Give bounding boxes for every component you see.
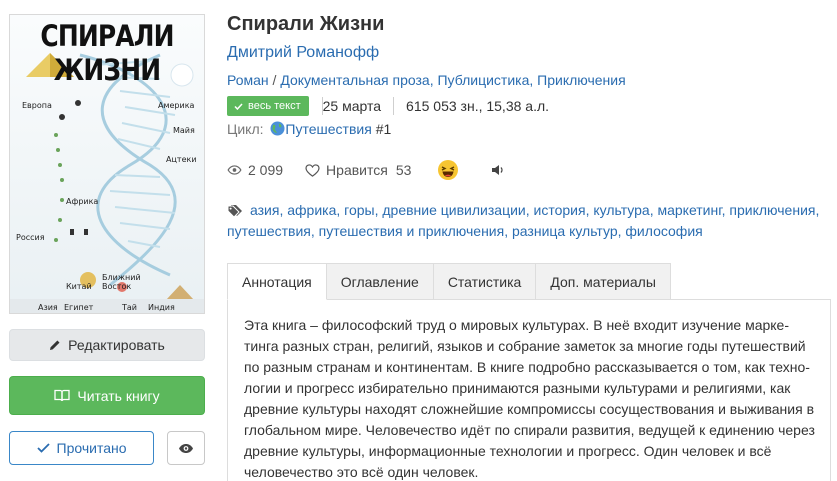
genre-link[interactable]: Документальная проза, Публицистика, Прик…: [280, 72, 625, 88]
cover-title: СПИРАЛИ ЖИЗНИ: [40, 19, 174, 87]
cover-label-china: Китай: [66, 282, 92, 291]
tag-list: азия, африка, горы, древние цивилизации,…: [227, 200, 827, 242]
cover-label-africa: Африка: [66, 197, 99, 206]
eye-icon: [227, 165, 242, 175]
views-count: 2 099: [248, 162, 284, 178]
like-button[interactable]: Нравится 53: [305, 162, 411, 178]
speaker-icon: [492, 165, 504, 175]
heart-icon: [305, 163, 320, 177]
tab-contents[interactable]: Оглавление: [325, 263, 434, 300]
cover-label-russia: Россия: [16, 233, 45, 242]
tab-annotation[interactable]: Аннотация: [227, 263, 327, 300]
book-cover[interactable]: СПИРАЛИ ЖИЗНИ Европа Америка Майя Ацтеки…: [9, 14, 205, 314]
author-link[interactable]: Дмитрий Романофф: [227, 44, 379, 62]
open-book-icon: [54, 389, 71, 402]
views-counter: 2 099: [227, 162, 283, 178]
tags-icon: [227, 205, 242, 218]
cover-label-india: Индия: [148, 303, 175, 312]
tag-link[interactable]: путешествия и приключения: [319, 223, 505, 239]
tag-link[interactable]: философия: [625, 223, 702, 239]
tag-separator: ,: [815, 202, 820, 218]
status-badge: весь текст: [227, 96, 309, 116]
edit-button[interactable]: Редактировать: [9, 329, 205, 361]
cycle-info: Цикл: Путешествия #1: [227, 121, 391, 137]
check-icon: [234, 102, 243, 110]
stats-bar: 2 099 Нравится 53: [227, 158, 505, 182]
audio-button[interactable]: [491, 164, 505, 176]
tag-link[interactable]: маркетинг: [657, 202, 721, 218]
genre-link[interactable]: Роман: [227, 72, 269, 88]
read-book-button[interactable]: Читать книгу: [9, 376, 205, 415]
edit-button-label: Редактировать: [68, 337, 165, 353]
cycle-link[interactable]: Путешествия: [285, 121, 371, 137]
cycle-number: #1: [375, 121, 392, 137]
read-book-label: Читать книгу: [77, 387, 160, 404]
watch-button[interactable]: [167, 431, 205, 465]
tab-statistics[interactable]: Статистика: [432, 263, 537, 300]
book-meta: весь текст 25 марта 615 053 зн., 15,38 а…: [227, 96, 549, 116]
likes-count: 53: [395, 162, 412, 178]
like-label: Нравится: [326, 162, 388, 178]
cover-label-thai: Тай: [122, 303, 137, 312]
tag-link[interactable]: азия: [250, 202, 279, 218]
tags: азия, африка, горы, древние цивилизации,…: [227, 202, 819, 239]
tag-link[interactable]: горы: [344, 202, 374, 218]
tag-link[interactable]: культура: [593, 202, 649, 218]
cover-label-aztecs: Ацтеки: [166, 155, 197, 164]
tab-extra-materials[interactable]: Доп. материалы: [535, 263, 671, 300]
tag-separator: ,: [525, 202, 534, 218]
book-size: 615 053 зн., 15,38 а.л.: [406, 98, 550, 114]
mark-read-label: Прочитано: [56, 440, 127, 456]
tag-link[interactable]: разница культур: [512, 223, 618, 239]
tag-separator: ,: [504, 223, 512, 239]
check-icon: [36, 443, 50, 453]
tag-separator: ,: [336, 202, 345, 218]
tag-link[interactable]: история: [534, 202, 586, 218]
book-title: Спирали Жизни: [227, 13, 385, 35]
cover-label-maya: Майя: [173, 126, 195, 135]
cover-label-egypt: Египет: [64, 303, 94, 312]
annotation-panel: Эта книга – философский труд о мировых к…: [227, 299, 831, 481]
status-badge-label: весь текст: [248, 100, 301, 112]
tag-separator: ,: [310, 223, 319, 239]
tag-link[interactable]: древние цивилизации: [382, 202, 525, 218]
mark-read-button[interactable]: Прочитано: [9, 431, 154, 465]
genre-separator: /: [268, 72, 281, 88]
genre-list: Роман / Документальная проза, Публицисти…: [227, 72, 626, 88]
annotation-text: Эта книга – философский труд о мировых к…: [244, 317, 815, 480]
laughing-emoji-icon: [438, 160, 459, 180]
globe-icon: [270, 121, 285, 136]
tab-bar: Аннотация Оглавление Статистика Доп. мат…: [227, 263, 671, 300]
reaction-button[interactable]: [437, 159, 459, 181]
eye-icon: [179, 443, 193, 453]
cover-label-near-east: Ближний Восток: [102, 273, 141, 291]
tag-link[interactable]: приключения: [729, 202, 815, 218]
cover-label-asia: Азия: [38, 303, 58, 312]
tag-link[interactable]: путешествия: [227, 223, 311, 239]
cover-label-europe: Европа: [22, 101, 52, 110]
tag-link[interactable]: африка: [287, 202, 336, 218]
cover-label-america: Америка: [158, 101, 195, 110]
publish-date: 25 марта: [322, 98, 382, 114]
pencil-icon: [50, 340, 60, 350]
divider: [393, 97, 395, 115]
cycle-label: Цикл:: [227, 121, 264, 137]
